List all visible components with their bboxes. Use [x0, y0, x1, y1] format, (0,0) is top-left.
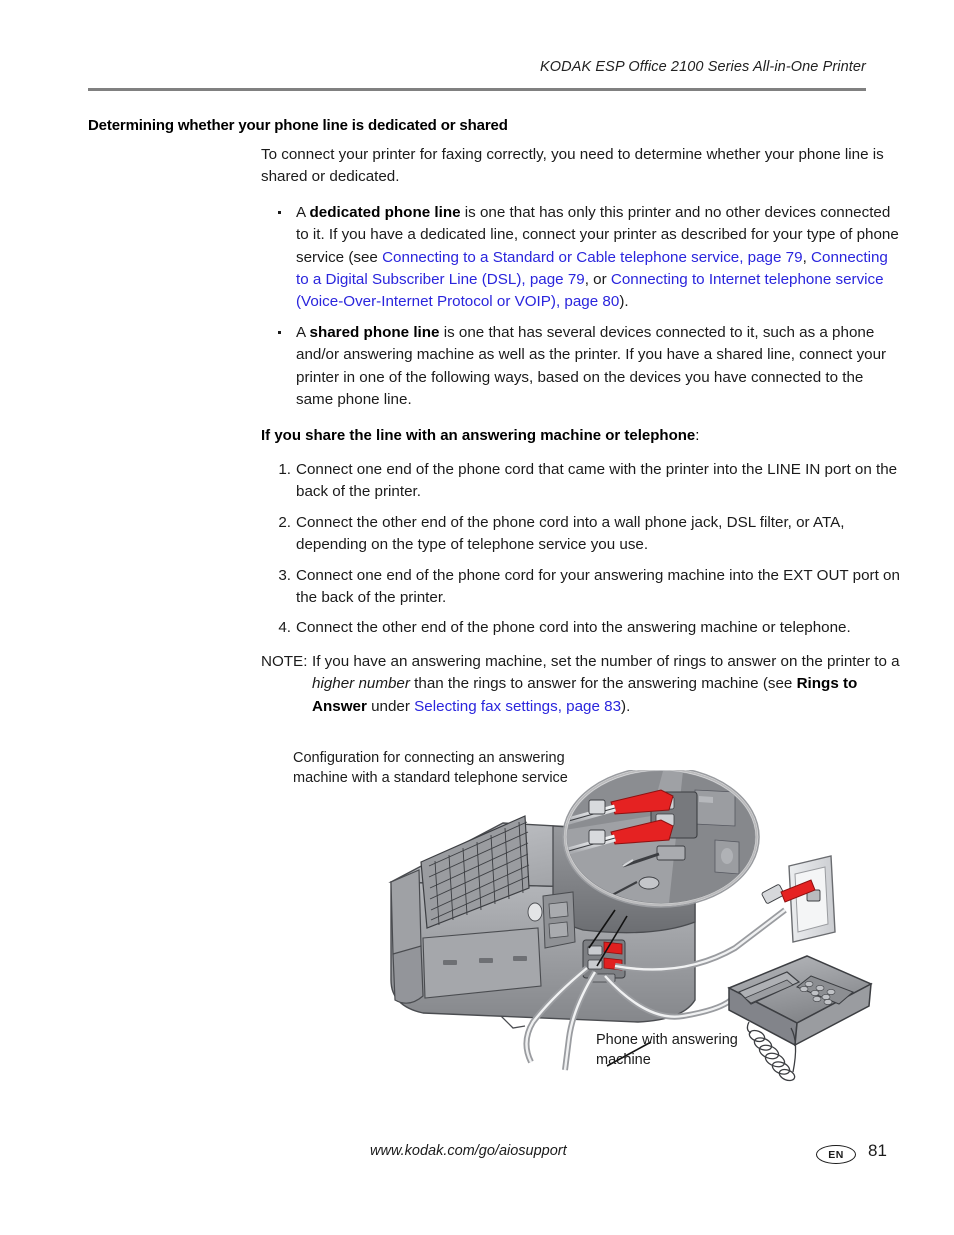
- step-text: Connect one end of the phone cord for yo…: [296, 566, 900, 606]
- bullet-term: shared phone line: [309, 323, 440, 341]
- note-text-1: If you have an answering machine, set th…: [312, 652, 900, 670]
- subsection-heading-colon: :: [695, 427, 700, 445]
- note-label: NOTE:: [261, 652, 308, 670]
- running-header: KODAK ESP Office 2100 Series All-in-One …: [88, 58, 866, 76]
- header-divider: [88, 88, 866, 91]
- figure-label-phone: Phone with answering machine: [596, 1032, 738, 1068]
- footer-language-badge: EN: [816, 1145, 856, 1164]
- cross-reference-link[interactable]: Connecting to a Standard or Cable teleph…: [382, 249, 802, 266]
- step-number: 3.: [278, 566, 291, 584]
- procedure-step-list: 1. Connect one end of the phone cord that…: [261, 459, 901, 640]
- page-title: Determining whether your phone line is d…: [88, 117, 508, 134]
- note-text-4: ).: [621, 697, 631, 715]
- body-column: To connect your printer for faxing corre…: [261, 144, 901, 718]
- bullet-text-4: ).: [619, 293, 629, 311]
- step-number: 4.: [278, 619, 291, 637]
- bullet-text-3: , or: [584, 271, 611, 289]
- wall-phone-jack: [788, 855, 836, 943]
- bullet-text-2: ,: [802, 248, 812, 266]
- note-text-3: under: [366, 697, 415, 715]
- intro-paragraph: To connect your printer for faxing corre…: [261, 146, 884, 186]
- subsection-heading-text: If you share the line with an answering …: [261, 427, 696, 445]
- bullet-dot-icon: [278, 210, 281, 214]
- figure-connection-diagram: Configuration for connecting an answerin…: [293, 748, 883, 1093]
- page-number: 81: [868, 1141, 887, 1160]
- list-item: A shared phone line is one that has seve…: [261, 322, 901, 412]
- note-block: NOTE: If you have an answering machine, …: [261, 651, 901, 718]
- note-italic: higher number: [312, 675, 410, 693]
- list-item: A dedicated phone line is one that has o…: [261, 202, 901, 314]
- step-text: Connect the other end of the phone cord …: [296, 619, 851, 637]
- bullet-dot-icon: [278, 330, 281, 334]
- step-number: 2.: [278, 513, 291, 531]
- step-text: Connect one end of the phone cord that c…: [296, 460, 898, 501]
- step-text: Connect the other end of the phone cord …: [296, 513, 845, 554]
- magnified-callout: [562, 770, 760, 908]
- list-item: 2. Connect the other end of the phone cor…: [261, 512, 901, 557]
- note-body: If you have an answering machine, set th…: [312, 651, 901, 718]
- definition-bullet-list: A dedicated phone line is one that has o…: [261, 202, 901, 412]
- cross-reference-link[interactable]: Selecting fax settings, page 83: [414, 698, 621, 715]
- list-item: 4. Connect the other end of the phone cor…: [261, 617, 901, 639]
- list-item: 1. Connect one end of the phone cord that…: [261, 459, 901, 504]
- bullet-lead: A: [296, 203, 310, 221]
- telephone-answering-machine: [727, 955, 873, 1082]
- bullet-term: dedicated phone line: [309, 203, 461, 221]
- note-text-2: than the rings to answer for the answeri…: [409, 675, 797, 693]
- phone-plug-red-icon: [603, 941, 623, 955]
- list-item: 3. Connect one end of the phone cord for …: [261, 565, 901, 610]
- subsection-heading: If you share the line with an answering …: [261, 425, 901, 447]
- footer-support-url[interactable]: www.kodak.com/go/aiosupport: [370, 1143, 567, 1159]
- step-number: 1.: [278, 460, 291, 478]
- bullet-lead: A: [296, 323, 310, 341]
- footer-language-label: EN: [816, 1145, 856, 1164]
- running-header-title: KODAK ESP Office 2100 Series All-in-One …: [540, 59, 866, 75]
